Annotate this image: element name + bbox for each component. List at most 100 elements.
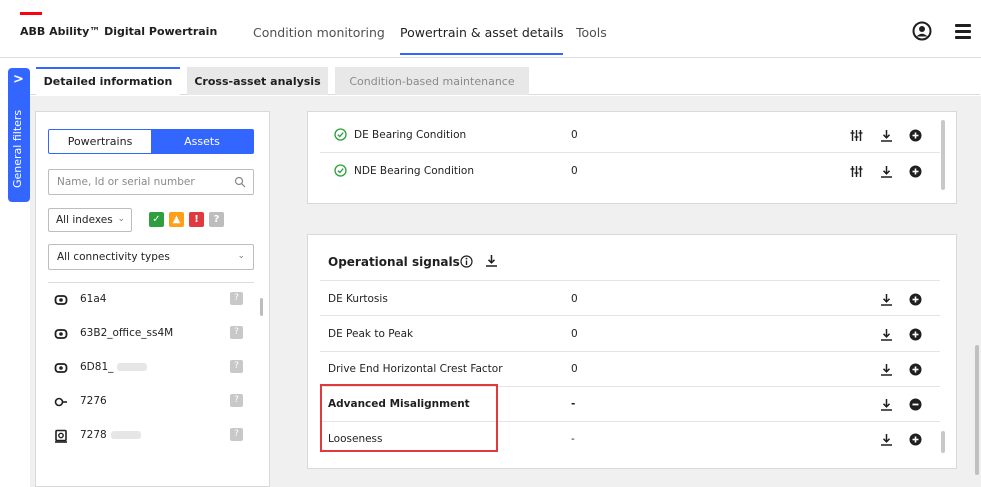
tab-cross-asset-analysis[interactable]: Cross-asset analysis <box>187 67 328 95</box>
chevron-right-icon: > <box>13 72 24 87</box>
drive-icon <box>55 429 67 443</box>
list-item[interactable]: 7278 ? <box>48 419 254 453</box>
connectivity-select[interactable]: All connectivity types ⌄ <box>48 244 254 270</box>
condition-indicators-card: DE Bearing Condition 0 NDE Bearing Condi… <box>307 111 957 204</box>
status-filter-good[interactable]: ✓ <box>149 212 164 227</box>
download-icon[interactable] <box>485 254 498 267</box>
toggle-powertrains[interactable]: Powertrains <box>49 130 151 153</box>
asset-name-wrapper: 7278 <box>80 429 141 441</box>
motor-icon <box>54 363 68 373</box>
row-label: DE Peak to Peak <box>328 328 414 340</box>
tab-condition-based-maintenance[interactable]: Condition-based maintenance <box>335 67 529 95</box>
add-circle-icon[interactable] <box>909 293 922 306</box>
nav-powertrain-asset-details[interactable]: Powertrain & asset details <box>400 25 564 55</box>
nav-tools[interactable]: Tools <box>576 25 607 47</box>
add-circle-icon[interactable] <box>909 363 922 376</box>
nav-condition-monitoring[interactable]: Condition monitoring <box>253 25 385 47</box>
redacted-text <box>117 363 148 371</box>
row-label: Drive End Horizontal Crest Factor <box>328 363 503 375</box>
top-navigation: ABB Ability™ Digital Powertrain Conditio… <box>0 0 981 58</box>
tab-detailed-information[interactable]: Detailed information <box>36 67 180 95</box>
powertrain-asset-toggle: Powertrains Assets <box>48 129 254 154</box>
download-icon[interactable] <box>880 165 893 178</box>
download-icon[interactable] <box>880 293 893 306</box>
asset-list: 61a4 ? 63B2_office_ss4M ? 6D81_ ? 7276 ?… <box>48 282 254 482</box>
status-filter-unknown[interactable]: ? <box>209 212 224 227</box>
operational-signals-title: Operational signals <box>328 255 460 269</box>
list-item[interactable]: 61a4 ? <box>48 283 254 317</box>
asset-search-field <box>48 169 254 195</box>
page-scrollbar[interactable] <box>975 345 979 475</box>
add-circle-icon[interactable] <box>909 433 922 446</box>
asset-list-scrollbar[interactable] <box>260 298 263 316</box>
row-label: NDE Bearing Condition <box>354 165 475 177</box>
detail-tabs: Detailed information Cross-asset analysi… <box>30 67 980 95</box>
index-select[interactable]: All indexes ⌄ <box>48 208 132 232</box>
unknown-status-icon: ? <box>230 326 243 339</box>
search-icon[interactable] <box>234 176 246 188</box>
table-row: DE Kurtosis 0 <box>320 280 940 316</box>
condition-card-scrollbar[interactable] <box>941 120 945 190</box>
motor-icon <box>54 329 68 339</box>
row-value: - <box>571 398 576 410</box>
brand-accent-bar <box>20 12 42 15</box>
general-filters-tab[interactable]: > General filters <box>8 68 30 202</box>
signals-card-scrollbar[interactable] <box>941 431 945 453</box>
row-value: 0 <box>571 328 578 340</box>
asset-name: 7276 <box>80 395 107 407</box>
unknown-status-icon: ? <box>230 360 243 373</box>
list-item[interactable]: 7276 ? <box>48 385 254 419</box>
download-icon[interactable] <box>880 433 893 446</box>
add-circle-icon[interactable] <box>909 129 922 142</box>
asset-filter-panel: Powertrains Assets All indexes ⌄ ✓ ▲ ! ?… <box>35 111 270 487</box>
motor-icon <box>54 295 68 305</box>
unknown-status-icon: ? <box>230 292 243 305</box>
highlight-box <box>320 384 498 452</box>
table-row: DE Peak to Peak 0 <box>320 316 940 352</box>
asset-name: 6D81_ <box>80 361 114 373</box>
user-account-icon[interactable] <box>912 21 932 41</box>
brand-title: ABB Ability™ Digital Powertrain <box>20 25 218 38</box>
hamburger-menu-icon[interactable] <box>955 24 971 39</box>
add-circle-icon[interactable] <box>909 165 922 178</box>
adjust-sliders-icon[interactable] <box>850 129 863 142</box>
status-filter-warning[interactable]: ▲ <box>169 212 184 227</box>
search-input[interactable] <box>49 170 229 194</box>
general-filters-label: General filters <box>11 109 24 188</box>
row-value: 0 <box>571 293 578 305</box>
chevron-down-icon: ⌄ <box>117 214 125 224</box>
asset-name-wrapper: 6D81_ <box>80 361 148 373</box>
toggle-assets[interactable]: Assets <box>151 130 253 153</box>
download-icon[interactable] <box>880 398 893 411</box>
pump-icon <box>54 397 67 407</box>
row-value: - <box>571 433 575 445</box>
table-row: DE Bearing Condition 0 <box>320 117 940 153</box>
index-select-value: All indexes <box>56 214 113 226</box>
asset-name: 61a4 <box>80 293 107 305</box>
check-circle-icon <box>334 128 347 141</box>
list-item[interactable]: 63B2_office_ss4M ? <box>48 317 254 351</box>
remove-circle-icon[interactable] <box>909 398 922 411</box>
row-value: 0 <box>571 165 578 177</box>
check-circle-icon <box>334 164 347 177</box>
add-circle-icon[interactable] <box>909 328 922 341</box>
row-value: 0 <box>571 129 578 141</box>
download-icon[interactable] <box>880 129 893 142</box>
redacted-text <box>110 431 141 439</box>
download-icon[interactable] <box>880 363 893 376</box>
row-label: DE Kurtosis <box>328 293 388 305</box>
row-label: DE Bearing Condition <box>354 129 467 141</box>
info-icon[interactable] <box>460 255 473 268</box>
asset-name: 7278 <box>80 429 107 441</box>
unknown-status-icon: ? <box>230 394 243 407</box>
list-item[interactable]: 6D81_ ? <box>48 351 254 385</box>
chevron-down-icon: ⌄ <box>237 251 245 261</box>
unknown-status-icon: ? <box>230 428 243 441</box>
connectivity-select-value: All connectivity types <box>57 251 170 263</box>
row-value: 0 <box>571 363 578 375</box>
table-row: NDE Bearing Condition 0 <box>320 153 940 189</box>
download-icon[interactable] <box>880 328 893 341</box>
asset-name: 63B2_office_ss4M <box>80 327 174 339</box>
adjust-sliders-icon[interactable] <box>850 165 863 178</box>
status-filter-alarm[interactable]: ! <box>189 212 204 227</box>
